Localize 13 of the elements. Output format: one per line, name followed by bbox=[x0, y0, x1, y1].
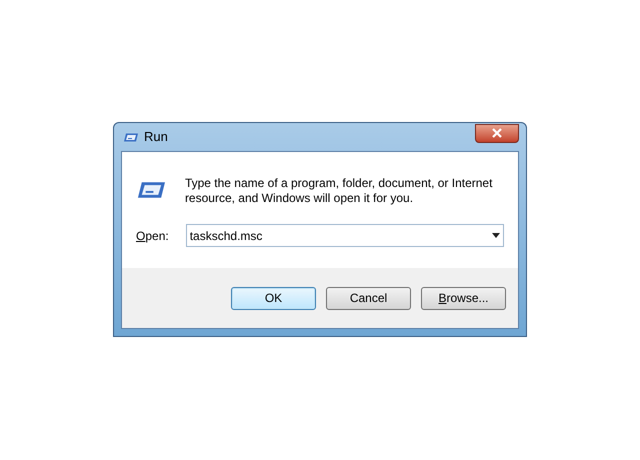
run-icon bbox=[136, 180, 167, 200]
open-combobox[interactable]: taskschd.msc bbox=[186, 224, 504, 247]
run-icon bbox=[123, 132, 139, 142]
dropdown-arrow-icon bbox=[492, 233, 500, 238]
close-icon bbox=[492, 128, 502, 138]
open-input[interactable]: taskschd.msc bbox=[190, 226, 492, 244]
open-label: Open: bbox=[136, 228, 170, 244]
dialog-button[interactable]: OK bbox=[231, 286, 316, 310]
window-title: Run bbox=[144, 128, 168, 146]
close-button[interactable] bbox=[475, 124, 519, 142]
dialog-button[interactable]: Cancel bbox=[326, 286, 411, 310]
dialog-button[interactable]: Browse... bbox=[421, 286, 506, 310]
description-text: Type the name of a program, folder, document, or Internet resource, and Windows will open it for you. bbox=[184, 176, 494, 206]
